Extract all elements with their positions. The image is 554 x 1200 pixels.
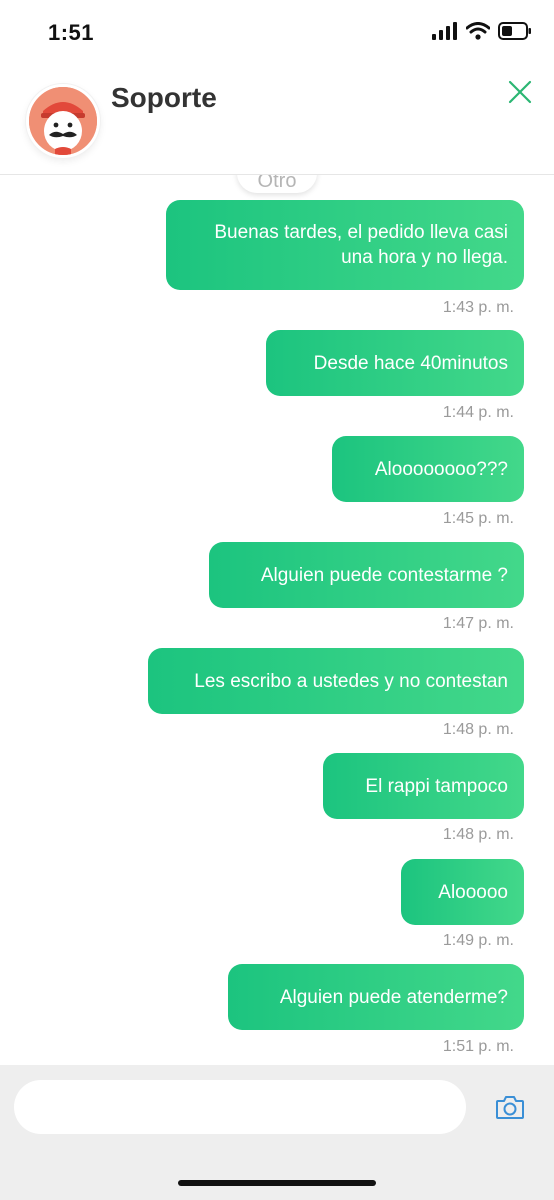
message-text: Alguien puede atenderme? (279, 986, 508, 1008)
message-text: Desde hace 40minutos (313, 352, 508, 374)
message-text: Alguien puede contestarme ? (260, 564, 508, 586)
message-text: El rappi tampoco (365, 775, 508, 797)
cellular-signal-icon (432, 22, 457, 40)
message-time: 1:49 p. m. (442, 932, 514, 949)
chat-header: Soporte (0, 64, 554, 175)
message-time: 1:47 p. m. (442, 615, 514, 632)
message-bubble[interactable]: Buenas tardes, el pedido lleva casi una … (166, 200, 524, 290)
composer-bar (0, 1065, 554, 1200)
date-chip: Otro (237, 175, 317, 193)
message-bubble[interactable]: Desde hace 40minutos (266, 330, 524, 396)
message-input[interactable] (14, 1080, 466, 1134)
status-time: 1:51 (48, 20, 95, 45)
message-time: 1:45 p. m. (442, 510, 514, 527)
status-icons (432, 22, 532, 40)
camera-button[interactable] (494, 1091, 526, 1123)
message-list[interactable]: Otro Buenas tardes, el pedido lleva casi… (0, 175, 554, 1065)
avatar (26, 84, 100, 158)
message-time: 1:51 p. m. (442, 1038, 514, 1055)
page-title: Soporte (111, 82, 217, 113)
message-time: 1:43 p. m. (442, 299, 514, 316)
message-bubble[interactable]: Alguien puede contestarme ? (209, 542, 524, 608)
close-button[interactable] (504, 76, 536, 108)
message-text: Aloooooooo??? (374, 458, 508, 480)
message-text: Buenas tardes, el pedido lleva casi una … (214, 222, 508, 268)
message-time: 1:48 p. m. (442, 721, 514, 738)
message-time: 1:48 p. m. (442, 826, 514, 843)
status-bar: 1:51 (0, 0, 554, 64)
battery-icon (498, 22, 531, 40)
message-text: Les escribo a ustedes y no contestan (194, 670, 508, 692)
message-text: Alooooo (438, 881, 508, 903)
home-indicator (178, 1180, 376, 1186)
message-bubble[interactable]: Alooooo (401, 859, 524, 925)
wifi-icon (466, 22, 490, 40)
message-bubble[interactable]: Les escribo a ustedes y no contestan (148, 648, 524, 714)
mustache-mascot-avatar (29, 87, 97, 155)
close-icon (508, 80, 532, 104)
message-time: 1:44 p. m. (442, 404, 514, 421)
message-bubble[interactable]: Aloooooooo??? (332, 436, 524, 502)
camera-icon (496, 1096, 524, 1119)
message-bubble[interactable]: Alguien puede atenderme? (228, 964, 524, 1030)
message-bubble[interactable]: El rappi tampoco (323, 753, 524, 819)
